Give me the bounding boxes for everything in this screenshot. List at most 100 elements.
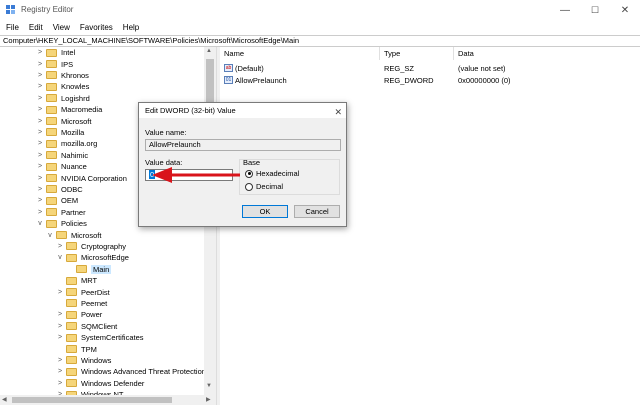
chevron-down-icon[interactable]: v <box>36 220 44 227</box>
chevron-right-icon[interactable]: > <box>36 197 44 204</box>
scroll-right-icon[interactable]: ▶ <box>206 396 211 403</box>
tree-hscroll-thumb[interactable] <box>12 397 172 403</box>
tree-item[interactable]: > NVIDIA Corporation <box>36 172 127 183</box>
tree-item[interactable]: > Microsoft <box>36 115 91 126</box>
chevron-right-icon[interactable]: > <box>56 334 64 341</box>
folder-icon <box>66 253 77 262</box>
tree-item-label: Windows Advanced Threat Protection <box>81 367 206 377</box>
chevron-down-icon[interactable]: v <box>56 254 64 261</box>
chevron-right-icon[interactable]: > <box>56 380 64 387</box>
chevron-right-icon[interactable]: > <box>36 106 44 113</box>
ok-button[interactable]: OK <box>242 205 288 218</box>
tree-item[interactable]: > Windows Advanced Threat Protection <box>56 366 206 377</box>
tree-item[interactable]: > Cryptography <box>56 241 126 252</box>
chevron-right-icon[interactable]: > <box>56 357 64 364</box>
tree-item-label: IPS <box>61 59 74 69</box>
tree-item[interactable]: Main <box>66 264 112 275</box>
folder-icon <box>46 208 57 217</box>
chevron-right-icon[interactable]: > <box>56 243 64 250</box>
chevron-right-icon[interactable]: > <box>36 72 44 79</box>
chevron-right-icon[interactable]: > <box>36 118 44 125</box>
tree-item[interactable]: > ODBC <box>36 184 83 195</box>
folder-icon <box>46 71 57 80</box>
tree-item[interactable]: > Windows <box>56 355 111 366</box>
tree-horizontal-scrollbar[interactable]: ◀ ▶ <box>0 395 216 405</box>
tree-item[interactable]: Peernet <box>56 298 107 309</box>
tree-item[interactable]: > Power <box>56 309 102 320</box>
close-button[interactable]: ✕ <box>610 0 640 20</box>
tree-item-label: Microsoft <box>71 230 102 240</box>
tree-item[interactable]: v MicrosoftEdge <box>56 252 129 263</box>
cancel-button[interactable]: Cancel <box>294 205 340 218</box>
scroll-down-icon[interactable]: ▼ <box>206 383 212 389</box>
hexadecimal-radio[interactable]: Hexadecimal <box>245 169 299 178</box>
maximize-button[interactable]: ☐ <box>580 0 610 20</box>
tree-item[interactable]: > Mozilla <box>36 127 84 138</box>
tree-item[interactable]: > Knowles <box>36 81 89 92</box>
chevron-right-icon[interactable]: > <box>36 95 44 102</box>
tree-item-label: Macromedia <box>61 105 103 115</box>
tree-item[interactable]: v Microsoft <box>46 229 101 240</box>
tree-item-label: Knowles <box>61 82 90 92</box>
dialog-close-icon[interactable]: ✕ <box>334 105 342 120</box>
tree-item-label: Khronos <box>61 70 89 80</box>
folder-icon <box>66 367 77 376</box>
value-type: REG_DWORD <box>384 76 434 85</box>
tree-item[interactable]: > IPS <box>36 58 73 69</box>
list-row[interactable]: ab (Default) REG_SZ (value not set) <box>220 62 640 74</box>
tree-item[interactable]: > SystemCertificates <box>56 332 144 343</box>
folder-icon <box>56 231 67 240</box>
decimal-radio[interactable]: Decimal <box>245 182 283 191</box>
scroll-up-icon[interactable]: ▲ <box>206 48 212 54</box>
tree-item[interactable]: > Macromedia <box>36 104 102 115</box>
chevron-right-icon[interactable]: > <box>56 323 64 330</box>
chevron-right-icon[interactable]: > <box>56 289 64 296</box>
chevron-right-icon[interactable]: > <box>36 83 44 90</box>
value-name-label: Value name: <box>145 128 187 137</box>
tree-item-label: SystemCertificates <box>81 333 144 343</box>
tree-item[interactable]: > Khronos <box>36 70 89 81</box>
chevron-right-icon[interactable]: > <box>36 61 44 68</box>
tree-item[interactable]: > Nuance <box>36 161 87 172</box>
menu-favorites[interactable]: Favorites <box>80 23 113 32</box>
chevron-down-icon[interactable]: v <box>46 232 54 239</box>
list-row[interactable]: 01 AllowPrelaunch REG_DWORD 0x00000000 (… <box>220 74 640 86</box>
scroll-left-icon[interactable]: ◀ <box>2 396 7 403</box>
menu-help[interactable]: Help <box>123 23 139 32</box>
tree-item[interactable]: > Windows Defender <box>56 378 144 389</box>
folder-icon <box>46 105 57 114</box>
tree-item[interactable]: > PeerDist <box>56 286 110 297</box>
column-header-type[interactable]: Type <box>380 47 454 60</box>
chevron-right-icon[interactable]: > <box>56 368 64 375</box>
tree-item[interactable]: MRT <box>56 275 97 286</box>
chevron-right-icon[interactable]: > <box>56 311 64 318</box>
chevron-right-icon[interactable]: > <box>36 175 44 182</box>
radio-selected-icon <box>245 169 253 178</box>
tree-item[interactable]: > OEM <box>36 195 78 206</box>
column-header-name[interactable]: Name <box>220 47 380 60</box>
tree-item[interactable]: > Intel <box>36 47 75 58</box>
dialog-title-bar: Edit DWORD (32-bit) Value ✕ <box>139 103 346 118</box>
tree-item[interactable]: > Partner <box>36 207 86 218</box>
chevron-right-icon[interactable]: > <box>36 140 44 147</box>
tree-item[interactable]: > Nahimic <box>36 150 88 161</box>
menu-edit[interactable]: Edit <box>29 23 43 32</box>
column-header-data[interactable]: Data <box>454 47 640 60</box>
tree-item[interactable]: TPM <box>56 343 97 354</box>
chevron-right-icon[interactable]: > <box>36 163 44 170</box>
tree-item[interactable]: > Logishrd <box>36 93 90 104</box>
chevron-right-icon[interactable]: > <box>36 129 44 136</box>
minimize-button[interactable]: — <box>550 0 580 20</box>
tree-item[interactable]: > mozilla.org <box>36 138 97 149</box>
tree-item-label: Windows <box>81 355 112 365</box>
menu-file[interactable]: File <box>6 23 19 32</box>
chevron-right-icon[interactable]: > <box>36 209 44 216</box>
chevron-right-icon[interactable]: > <box>36 49 44 56</box>
chevron-right-icon[interactable]: > <box>36 186 44 193</box>
chevron-right-icon[interactable]: > <box>36 152 44 159</box>
menu-view[interactable]: View <box>53 23 70 32</box>
hexadecimal-label: Hexadecimal <box>256 169 300 178</box>
tree-item[interactable]: > SQMClient <box>56 321 117 332</box>
address-bar[interactable]: Computer\HKEY_LOCAL_MACHINE\SOFTWARE\Pol… <box>0 35 640 47</box>
tree-item[interactable]: v Policies <box>36 218 87 229</box>
